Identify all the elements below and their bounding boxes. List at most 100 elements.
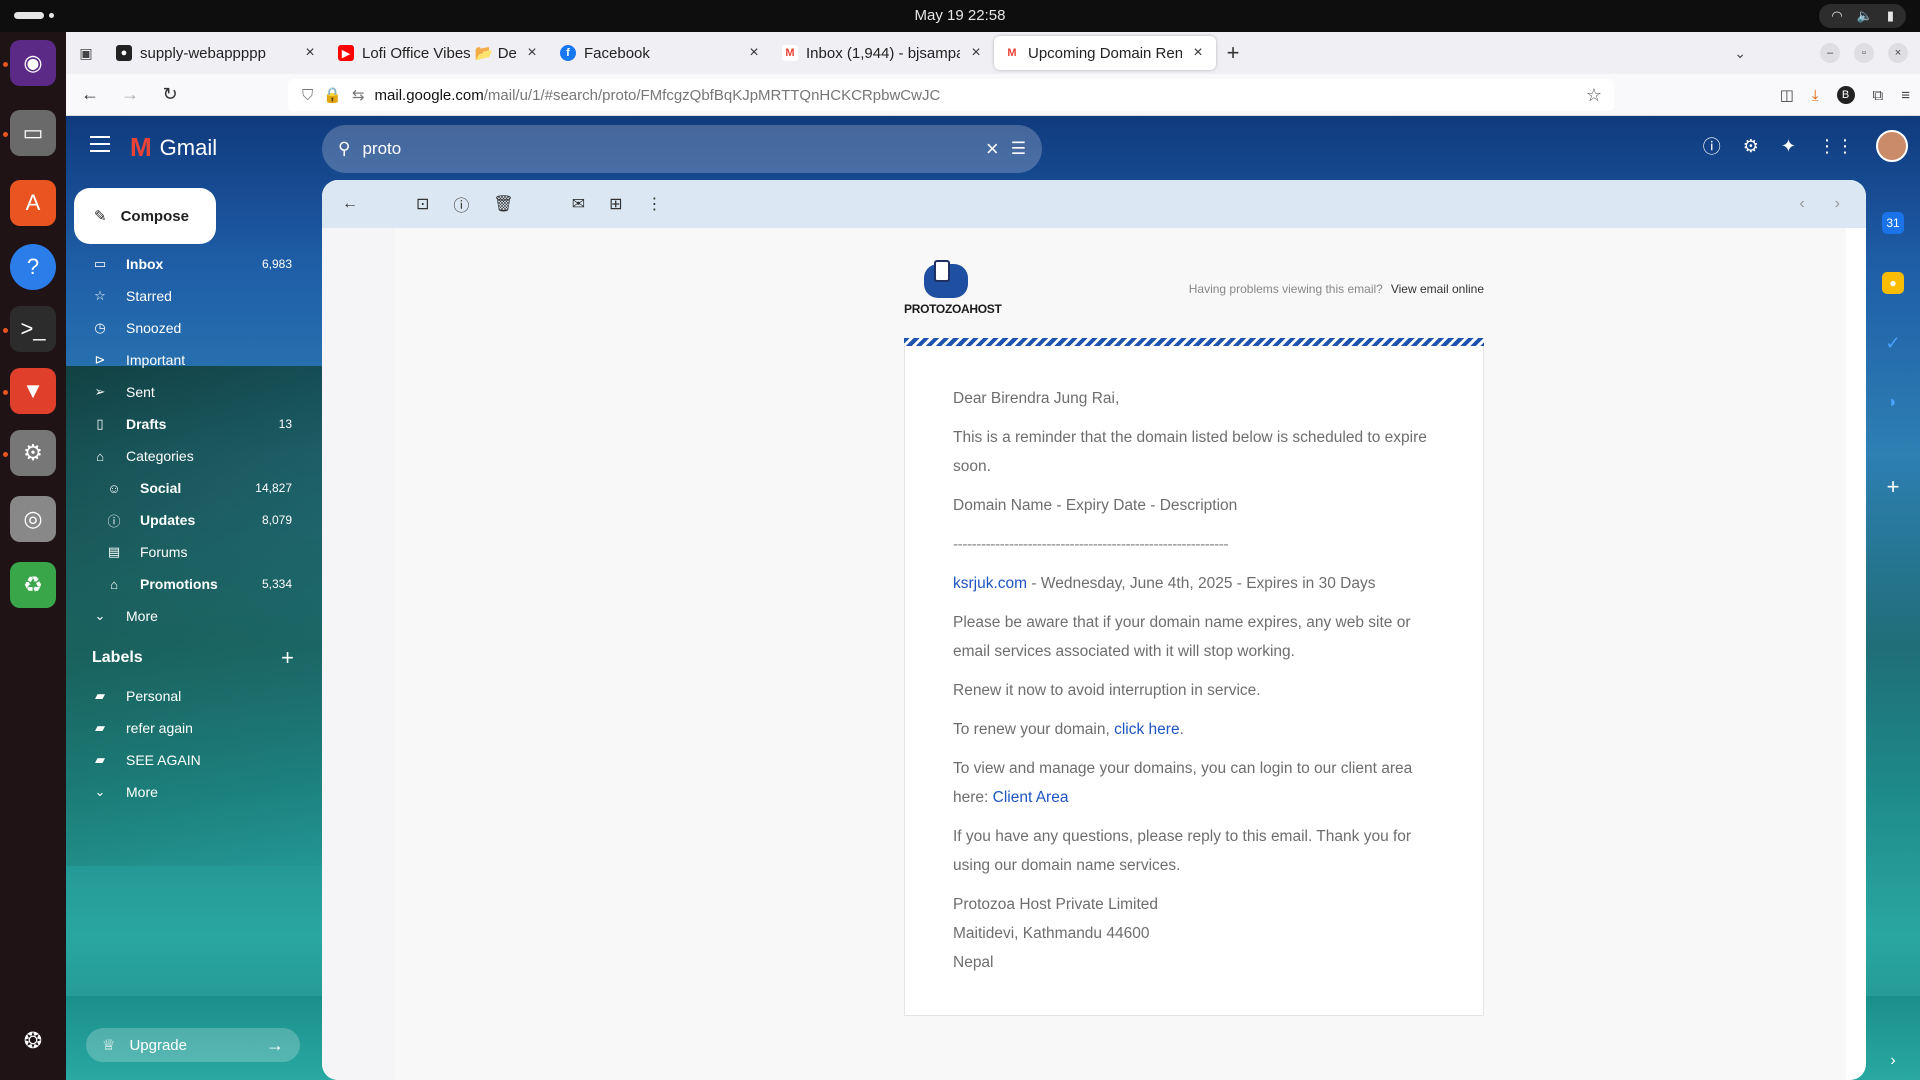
report-spam-icon[interactable]: ⓘ bbox=[453, 192, 469, 216]
mark-unread-icon[interactable]: ✉ bbox=[572, 194, 585, 214]
sidebar-item-label: Updates bbox=[140, 512, 196, 528]
url-bar[interactable]: ⛉ 🔒 ⇆ mail.google.com/mail/u/1/#search/p… bbox=[288, 79, 1614, 111]
avatar[interactable] bbox=[1876, 130, 1908, 162]
lock-icon[interactable]: 🔒 bbox=[323, 86, 342, 104]
upgrade-label: Upgrade bbox=[129, 1036, 187, 1054]
contacts-icon[interactable]: ◗ bbox=[1882, 392, 1904, 414]
extensions-icon[interactable]: ⧉ bbox=[1873, 87, 1884, 104]
new-tab-button[interactable]: + bbox=[1216, 40, 1250, 66]
older-icon[interactable]: › bbox=[1835, 195, 1840, 213]
tab-bar: ▣ ● supply-webappppp × ▶ Lofi Office Vib… bbox=[66, 32, 1920, 74]
tab-0[interactable]: ● supply-webappppp × bbox=[106, 36, 328, 70]
pocket-icon[interactable]: ◫ bbox=[1780, 86, 1794, 104]
apps-grid-icon[interactable]: ⋮⋮ bbox=[1818, 136, 1854, 157]
protozoahost-logo[interactable]: PROTOZOAHOST bbox=[904, 260, 1002, 320]
reload-icon[interactable]: ↻ bbox=[156, 84, 184, 105]
sidebar-item-social[interactable]: ☺ Social 14,827 bbox=[66, 472, 322, 504]
tab-overview-icon[interactable]: ▣ bbox=[66, 45, 106, 62]
upgrade-button[interactable]: ♕ Upgrade → bbox=[86, 1028, 300, 1062]
domain-link[interactable]: ksrjuk.com bbox=[953, 575, 1027, 592]
add-addon-icon[interactable]: + bbox=[1882, 474, 1904, 499]
close-window-icon[interactable]: × bbox=[1888, 43, 1908, 63]
expand-panel-icon[interactable]: › bbox=[1882, 1050, 1904, 1072]
clear-search-icon[interactable]: × bbox=[986, 136, 999, 162]
client-area-link[interactable]: Client Area bbox=[993, 789, 1069, 806]
sidebar-label-see-again[interactable]: ▰ SEE AGAIN bbox=[66, 744, 322, 776]
gmail-m-icon: M bbox=[130, 132, 152, 162]
terminal-icon[interactable]: >_ bbox=[10, 306, 56, 352]
gemini-sparkle-icon[interactable]: ✦ bbox=[1781, 136, 1796, 157]
delete-icon[interactable]: 🗑 bbox=[493, 194, 513, 214]
show-apps-icon[interactable]: ❂ bbox=[10, 1018, 56, 1064]
tab-label: Lofi Office Vibes 📂 Deep bbox=[362, 45, 516, 62]
sidebar-item-label: More bbox=[126, 608, 158, 624]
permissions-icon[interactable]: ⇆ bbox=[352, 86, 365, 104]
sidebar-item-updates[interactable]: ⓘ Updates 8,079 bbox=[66, 504, 322, 536]
search-bar[interactable]: ⚲ proto × ☰ bbox=[322, 125, 1042, 173]
firefox-icon[interactable]: ◉ bbox=[10, 40, 56, 86]
back-icon[interactable]: ← bbox=[76, 84, 104, 105]
minimize-icon[interactable]: – bbox=[1820, 43, 1840, 63]
greeting: Dear Birendra Jung Rai, bbox=[953, 390, 1120, 407]
bookmark-star-icon[interactable]: ☆ bbox=[1586, 85, 1602, 106]
newer-icon[interactable]: ‹ bbox=[1799, 195, 1804, 213]
menu-icon[interactable]: ≡ bbox=[1901, 87, 1910, 104]
sidebar-item-label: More bbox=[126, 784, 158, 800]
sidebar-item-starred[interactable]: ☆ Starred bbox=[66, 280, 322, 312]
tab-3[interactable]: M Inbox (1,944) - bjsampang × bbox=[772, 36, 994, 70]
tab-2[interactable]: f Facebook × bbox=[550, 36, 772, 70]
more-options-icon[interactable]: ⋮ bbox=[647, 194, 663, 214]
tab-4[interactable]: M Upcoming Domain Renew × bbox=[994, 36, 1216, 70]
disk-icon[interactable]: ◎ bbox=[10, 496, 56, 542]
help-icon[interactable]: ? bbox=[10, 244, 56, 290]
sidebar-item-sent[interactable]: ➢ Sent bbox=[66, 376, 322, 408]
brave-browser-icon[interactable]: ▼ bbox=[10, 368, 56, 414]
help-icon[interactable]: ⓘ bbox=[1703, 133, 1721, 159]
files-icon[interactable]: ▭ bbox=[10, 110, 56, 156]
app-center-icon[interactable]: A bbox=[10, 180, 56, 226]
tasks-icon[interactable]: ✓ bbox=[1882, 332, 1904, 354]
sidebar-label-personal[interactable]: ▰ Personal bbox=[66, 680, 322, 712]
search-icon[interactable]: ⚲ bbox=[338, 139, 350, 159]
tab-list-icon[interactable]: ⌄ bbox=[1734, 45, 1746, 62]
click-here-link[interactable]: click here bbox=[1114, 721, 1179, 738]
move-to-icon[interactable]: ⊞ bbox=[609, 194, 622, 214]
extension-b-icon[interactable]: B bbox=[1836, 86, 1855, 104]
keep-icon[interactable]: ● bbox=[1882, 272, 1904, 294]
close-tab-icon[interactable]: × bbox=[1190, 44, 1206, 62]
settings-icon[interactable]: ⚙ bbox=[10, 430, 56, 476]
sidebar-item-drafts[interactable]: ▯ Drafts 13 bbox=[66, 408, 322, 440]
forward-icon[interactable]: → bbox=[116, 84, 144, 105]
view-online-link[interactable]: View email online bbox=[1391, 282, 1484, 296]
sidebar-item-promotions[interactable]: ⌂ Promotions 5,334 bbox=[66, 568, 322, 600]
sidebar-item-forums[interactable]: ▤ Forums bbox=[66, 536, 322, 568]
sidebar-item-more[interactable]: ⌄ More bbox=[66, 600, 322, 632]
sidebar-item-categories[interactable]: ⌂ Categories bbox=[66, 440, 322, 472]
system-clock[interactable]: May 19 22:58 bbox=[0, 7, 1920, 24]
close-tab-icon[interactable]: × bbox=[524, 44, 540, 62]
close-tab-icon[interactable]: × bbox=[302, 44, 318, 62]
settings-gear-icon[interactable]: ⚙ bbox=[1743, 136, 1759, 157]
search-input[interactable]: proto bbox=[362, 139, 973, 159]
back-to-list-icon[interactable]: ← bbox=[342, 195, 358, 213]
sidebar-item-snoozed[interactable]: ◷ Snoozed bbox=[66, 312, 322, 344]
sidebar-item-important[interactable]: ⊳ Important bbox=[66, 344, 322, 376]
maximize-icon[interactable]: ▫ bbox=[1854, 43, 1874, 63]
add-label-icon[interactable]: + bbox=[281, 645, 294, 671]
main-menu-icon[interactable] bbox=[90, 136, 110, 152]
sidebar-labels-more[interactable]: ⌄ More bbox=[66, 776, 322, 808]
sidebar-label-refer-again[interactable]: ▰ refer again bbox=[66, 712, 322, 744]
trash-icon[interactable]: ♻ bbox=[10, 562, 56, 608]
sidebar-item-inbox[interactable]: ▭ Inbox 6,983 bbox=[66, 248, 322, 280]
search-options-icon[interactable]: ☰ bbox=[1011, 139, 1026, 159]
downloads-icon[interactable]: ⤓ bbox=[1812, 87, 1819, 104]
gmail-logo[interactable]: M Gmail bbox=[130, 132, 217, 163]
calendar-icon[interactable]: 31 bbox=[1882, 212, 1904, 234]
close-tab-icon[interactable]: × bbox=[968, 44, 984, 62]
archive-icon[interactable]: ⊡ bbox=[416, 194, 429, 214]
tab-1[interactable]: ▶ Lofi Office Vibes 📂 Deep × bbox=[328, 36, 550, 70]
system-tray[interactable]: ◠ 🔈 ▮ bbox=[1819, 4, 1906, 28]
tracking-protection-icon[interactable]: ⛉ bbox=[302, 87, 313, 104]
compose-button[interactable]: ✎ Compose bbox=[74, 188, 216, 244]
close-tab-icon[interactable]: × bbox=[746, 44, 762, 62]
